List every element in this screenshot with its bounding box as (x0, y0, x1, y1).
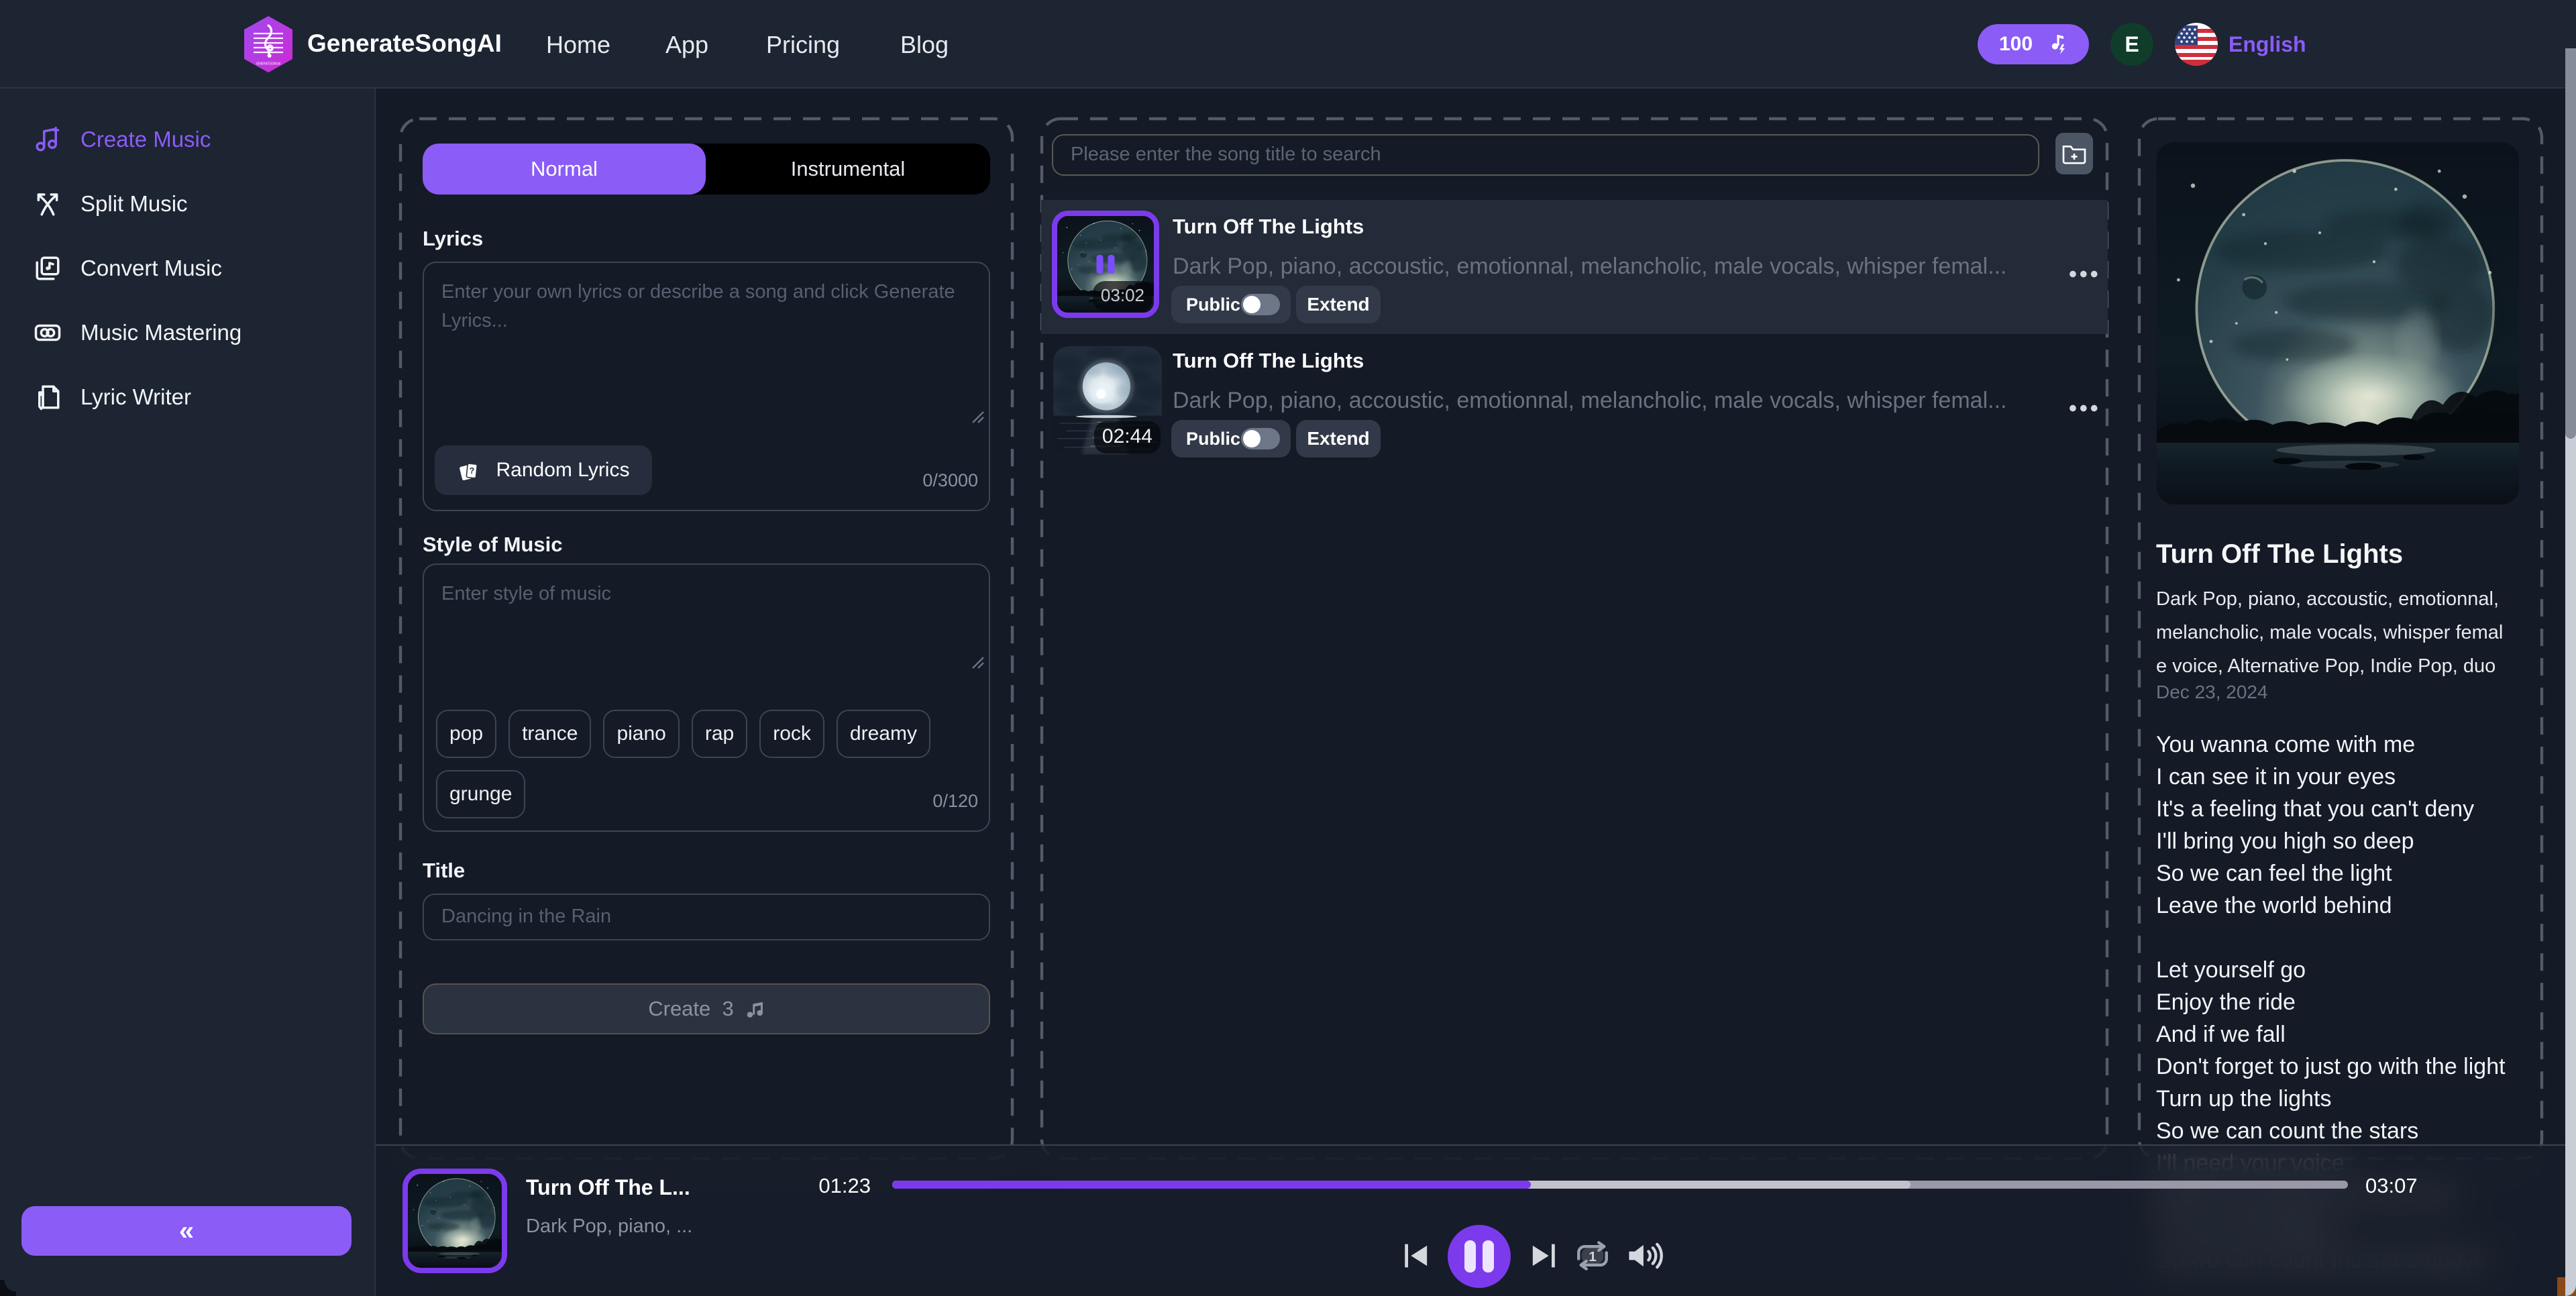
svg-text:GENERATESONGAI: GENERATESONGAI (256, 62, 280, 66)
svg-text:?: ? (469, 466, 474, 476)
svg-text:1: 1 (1589, 1249, 1597, 1264)
